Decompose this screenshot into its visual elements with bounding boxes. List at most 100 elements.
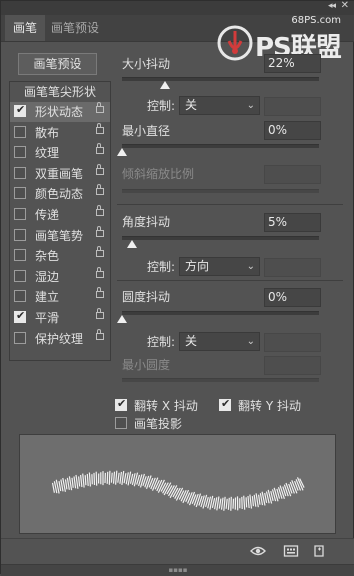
flip-y-label: 翻转 Y 抖动	[238, 399, 301, 413]
checkbox-icon[interactable]	[14, 228, 26, 241]
checkbox-icon[interactable]	[14, 249, 26, 262]
min-diameter-thumb[interactable]	[117, 148, 127, 156]
roundness-jitter-slider[interactable]	[122, 311, 319, 315]
sidebar-item-label: 传递	[35, 208, 60, 222]
stroke-preview	[19, 434, 336, 534]
panel-title-strip: ◂◂ ✕	[1, 0, 354, 15]
tilt-scale-field	[264, 165, 321, 184]
sidebar-item-label: 双重画笔	[35, 166, 84, 181]
brush-projection-check-icon	[115, 417, 127, 429]
tab-brush-presets[interactable]: 画笔预设	[43, 15, 107, 41]
sidebar-item[interactable]: 散布	[10, 122, 110, 143]
sidebar-item[interactable]: 建立	[10, 287, 110, 307]
lock-icon[interactable]	[96, 246, 104, 258]
roundness-control-extra-field	[264, 333, 321, 352]
size-jitter-thumb[interactable]	[160, 81, 171, 89]
angle-jitter-field[interactable]: 5%	[264, 213, 321, 232]
lock-icon[interactable]	[96, 122, 104, 134]
brush-projection-label: 画笔投影	[134, 417, 183, 431]
min-roundness-slider	[122, 378, 319, 382]
sidebar-item[interactable]: 传递	[10, 205, 110, 225]
brush-panel-icon[interactable]	[283, 545, 299, 557]
sidebar-item-label: 湿边	[35, 269, 60, 284]
flip-x-label: 翻转 X 抖动	[134, 399, 198, 413]
angle-control-label: 控制:	[147, 260, 176, 274]
roundness-control-label: 控制:	[147, 335, 176, 349]
lock-icon[interactable]	[96, 184, 104, 196]
size-jitter-field[interactable]: 22%	[264, 54, 321, 73]
checkbox-icon[interactable]	[14, 125, 26, 138]
stroke-preview-graphic	[51, 470, 305, 511]
tab-brush[interactable]: 画笔	[5, 15, 46, 41]
brush-presets-button[interactable]: 画笔预设	[18, 53, 97, 75]
checkbox-icon[interactable]	[14, 146, 26, 159]
sidebar-item-label: 颜色动态	[35, 187, 84, 202]
angle-control-select[interactable]: 方向 ⌄	[179, 257, 260, 276]
resize-handle[interactable]: ▪▪▪▪	[1, 564, 354, 576]
angle-jitter-thumb[interactable]	[126, 240, 137, 248]
checkbox-icon[interactable]	[14, 290, 26, 303]
sidebar-item-label: 形状动态	[35, 105, 84, 119]
min-diameter-field[interactable]: 0%	[264, 121, 321, 140]
lock-icon[interactable]	[96, 102, 104, 113]
eye-icon[interactable]	[250, 545, 266, 557]
collapse-icon[interactable]: ◂◂	[328, 1, 336, 11]
checkbox-icon[interactable]	[14, 309, 26, 323]
size-control-label: 控制:	[147, 99, 176, 113]
brush-projection-checkbox[interactable]: 画笔投影	[115, 416, 215, 432]
brush-options-list: 画笔笔尖形状 形状动态散布纹理双重画笔颜色动态传递画笔笔势杂色湿边建立平滑保护纹…	[9, 81, 111, 361]
angle-jitter-slider[interactable]	[122, 236, 319, 240]
checkbox-icon[interactable]	[14, 103, 26, 117]
sidebar-item[interactable]: 纹理	[10, 143, 110, 163]
checkbox-icon[interactable]	[14, 166, 26, 179]
angle-jitter-label: 角度抖动	[122, 215, 171, 229]
sidebar-item[interactable]: 杂色	[10, 246, 110, 266]
sidebar-item-label: 杂色	[35, 249, 60, 264]
size-control-select[interactable]: 关 ⌄	[179, 96, 260, 115]
sidebar-item[interactable]: 形状动态	[10, 102, 110, 122]
sidebar-item-label: 建立	[35, 290, 60, 305]
roundness-jitter-field[interactable]: 0%	[264, 288, 321, 307]
section-divider	[117, 204, 343, 205]
sidebar-item[interactable]: 颜色动态	[10, 184, 110, 204]
sidebar-item[interactable]: 双重画笔	[10, 163, 110, 184]
lock-icon[interactable]	[96, 328, 104, 340]
size-control-extra-field	[264, 97, 321, 116]
sidebar-item[interactable]: 画笔笔势	[10, 225, 110, 246]
sidebar-item[interactable]: 平滑	[10, 308, 110, 328]
sidebar-header-brush-tip-shape[interactable]: 画笔笔尖形状	[10, 82, 110, 102]
roundness-jitter-label: 圆度抖动	[122, 290, 171, 304]
lock-icon[interactable]	[96, 163, 104, 175]
checkbox-icon[interactable]	[14, 187, 26, 200]
lock-icon[interactable]	[96, 225, 104, 237]
flip-y-checkbox[interactable]: 翻转 Y 抖动	[219, 397, 329, 414]
roundness-jitter-thumb[interactable]	[117, 315, 127, 323]
roundness-control-select[interactable]: 关 ⌄	[179, 332, 260, 351]
flip-x-checkbox[interactable]: 翻转 X 抖动	[115, 397, 215, 414]
checkbox-icon[interactable]	[14, 208, 26, 220]
min-roundness-field	[264, 356, 321, 375]
flip-x-check-icon	[115, 397, 127, 411]
chevron-down-icon: ⌄	[246, 100, 255, 111]
lock-icon[interactable]	[96, 308, 104, 319]
lock-icon[interactable]	[96, 143, 104, 155]
lock-icon[interactable]	[96, 266, 104, 278]
flip-y-check-icon	[219, 397, 231, 411]
new-preset-icon[interactable]	[311, 545, 327, 557]
checkbox-icon[interactable]	[14, 331, 26, 344]
sidebar-item[interactable]: 保护纹理	[10, 328, 110, 349]
min-diameter-slider[interactable]	[122, 144, 319, 148]
close-icon[interactable]: ✕	[341, 0, 349, 11]
lock-icon[interactable]	[96, 287, 104, 299]
angle-control-value: 方向	[185, 259, 210, 273]
checkbox-icon[interactable]	[14, 269, 26, 282]
sidebar-item-label: 保护纹理	[35, 331, 84, 346]
min-roundness-label: 最小圆度	[122, 358, 171, 372]
sidebar-item-label: 平滑	[35, 311, 60, 325]
brush-panel: ◂◂ ✕ 画笔 画笔预设 68PS.com PS联盟 画笔预设 画笔笔尖形状 形…	[0, 0, 354, 576]
chevron-down-icon: ⌄	[246, 336, 255, 347]
size-jitter-slider[interactable]	[122, 77, 319, 81]
lock-icon[interactable]	[96, 205, 104, 216]
sidebar-item[interactable]: 湿边	[10, 266, 110, 287]
sidebar-item-label: 散布	[35, 125, 60, 140]
